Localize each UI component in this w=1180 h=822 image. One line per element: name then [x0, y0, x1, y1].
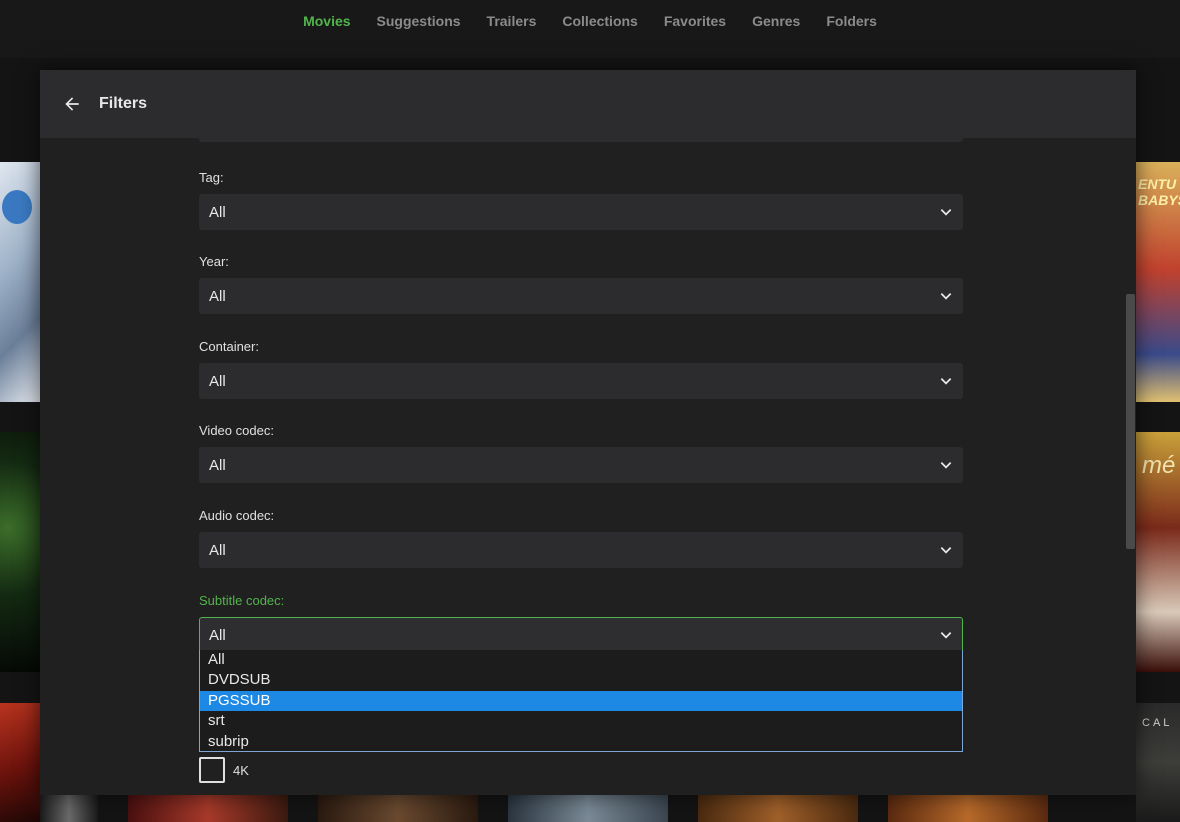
- arrow-left-icon: [65, 97, 79, 111]
- 4k-checkbox-row: 4K: [199, 757, 249, 783]
- poster-image[interactable]: [0, 162, 40, 402]
- year-select[interactable]: All: [199, 278, 963, 314]
- chevron-down-icon: [940, 209, 952, 216]
- poster-image[interactable]: [318, 795, 478, 822]
- chevron-down-icon: [940, 632, 952, 639]
- poster-graphic: [2, 190, 32, 224]
- year-label: Year:: [199, 254, 229, 269]
- tag-field: Tag: All: [199, 170, 963, 230]
- tab-trailers[interactable]: Trailers: [487, 13, 537, 29]
- container-field: Container: All: [199, 339, 963, 399]
- tag-select[interactable]: All: [199, 194, 963, 230]
- tab-suggestions[interactable]: Suggestions: [377, 13, 461, 29]
- container-label: Container:: [199, 339, 259, 354]
- poster-image[interactable]: [40, 795, 98, 822]
- year-select-value: All: [209, 287, 226, 305]
- dropdown-option-srt[interactable]: srt: [200, 711, 962, 731]
- dropdown-option-dvdsub[interactable]: DVDSUB: [200, 670, 962, 690]
- audio-codec-field: Audio codec: All: [199, 508, 963, 568]
- scrollbar-thumb[interactable]: [1126, 294, 1135, 549]
- chevron-down-icon: [940, 547, 952, 554]
- tag-select-value: All: [209, 203, 226, 221]
- video-codec-select-value: All: [209, 456, 226, 474]
- poster-title-text: ENTU BABYSIT: [1138, 176, 1180, 208]
- tab-folders[interactable]: Folders: [826, 13, 877, 29]
- chevron-down-icon: [940, 378, 952, 385]
- chevron-down-icon: [940, 462, 952, 469]
- video-codec-select[interactable]: All: [199, 447, 963, 483]
- back-button[interactable]: [60, 92, 84, 116]
- poster-image[interactable]: ENTU BABYSIT: [1136, 162, 1180, 402]
- poster-image[interactable]: [698, 795, 858, 822]
- dialog-title: Filters: [99, 95, 148, 112]
- dropdown-option-subrip[interactable]: subrip: [200, 732, 962, 752]
- year-field: Year: All: [199, 254, 963, 314]
- audio-codec-select-value: All: [209, 541, 226, 559]
- dropdown-option-all[interactable]: All: [200, 650, 962, 670]
- subtitle-codec-field: Subtitle codec: All: [199, 593, 963, 653]
- audio-codec-label: Audio codec:: [199, 508, 275, 523]
- poster-title-text: CAL: [1142, 717, 1173, 729]
- top-navigation: Movies Suggestions Trailers Collections …: [0, 0, 1180, 58]
- tab-collections[interactable]: Collections: [562, 13, 637, 29]
- tag-label: Tag:: [199, 170, 224, 185]
- poster-title-text: mé: [1142, 452, 1176, 479]
- select-partially-hidden[interactable]: [199, 136, 963, 142]
- 4k-checkbox-label[interactable]: 4K: [233, 763, 249, 778]
- subtitle-codec-dropdown: All DVDSUB PGSSUB srt subrip: [199, 650, 963, 752]
- dialog-header: Filters: [40, 70, 1136, 138]
- dropdown-option-pgssub[interactable]: PGSSUB: [200, 690, 962, 712]
- poster-image[interactable]: [0, 432, 40, 672]
- audio-codec-select[interactable]: All: [199, 532, 963, 568]
- subtitle-codec-select[interactable]: All: [199, 617, 963, 653]
- subtitle-codec-label: Subtitle codec:: [199, 593, 285, 608]
- poster-image[interactable]: [0, 703, 40, 822]
- subtitle-codec-select-value: All: [209, 626, 226, 644]
- container-select-value: All: [209, 372, 226, 390]
- video-codec-label: Video codec:: [199, 423, 274, 438]
- 4k-checkbox[interactable]: [199, 757, 225, 783]
- tab-favorites[interactable]: Favorites: [664, 13, 726, 29]
- poster-image[interactable]: mé: [1136, 432, 1180, 672]
- container-select[interactable]: All: [199, 363, 963, 399]
- poster-image[interactable]: CAL: [1136, 703, 1180, 822]
- poster-image[interactable]: [508, 795, 668, 822]
- filters-dialog: Filters Tag: All Year: All Container: Al…: [40, 70, 1136, 795]
- tab-genres[interactable]: Genres: [752, 13, 800, 29]
- video-codec-field: Video codec: All: [199, 423, 963, 483]
- chevron-down-icon: [940, 293, 952, 300]
- dialog-scrollbar[interactable]: [1124, 138, 1136, 795]
- poster-image[interactable]: [888, 795, 1048, 822]
- tab-movies[interactable]: Movies: [303, 13, 350, 29]
- poster-image[interactable]: [128, 795, 288, 822]
